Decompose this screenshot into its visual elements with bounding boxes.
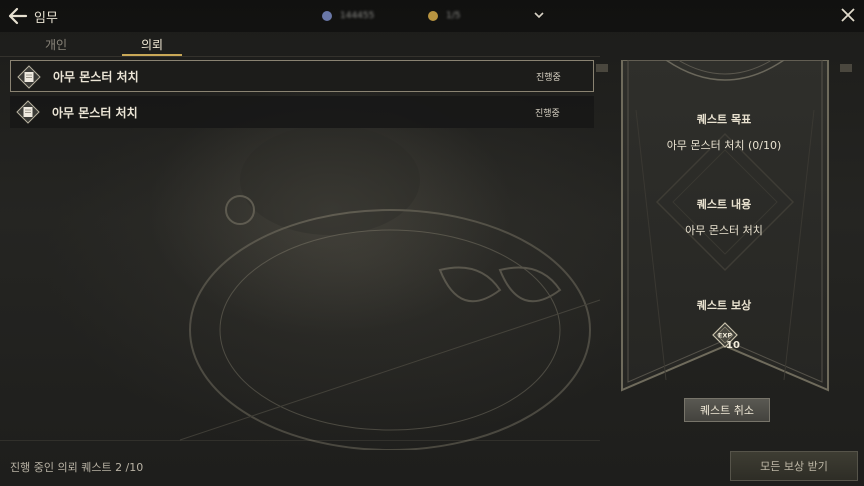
quest-name: 아무 몬스터 처치: [52, 105, 138, 120]
currency-gold-value: 1/5: [446, 11, 461, 21]
tab-divider: [0, 56, 600, 57]
content-value: 아무 몬스터 처치: [685, 224, 763, 237]
goal-heading: 퀘스트 목표: [696, 113, 752, 126]
quest-scroll-icon: [17, 65, 41, 89]
tab-commission[interactable]: 의뢰: [102, 32, 202, 56]
gold-coin-icon: [428, 11, 438, 21]
quest-status: 진행중: [535, 108, 560, 119]
currency-gold: 1/5: [428, 9, 460, 23]
quest-scroll-icon: [16, 100, 40, 124]
svg-text:EXP: EXP: [718, 332, 732, 340]
reward-item[interactable]: EXP 10: [712, 322, 744, 356]
reward-heading: 퀘스트 보상: [696, 299, 752, 312]
close-icon[interactable]: [840, 7, 856, 23]
chevron-down-icon[interactable]: [533, 9, 545, 21]
currency-blue-value: 144455: [340, 11, 375, 21]
tab-bar: 개인 의뢰: [0, 32, 208, 56]
quest-status: 진행중: [536, 72, 561, 83]
claim-all-rewards-button[interactable]: 모든 보상 받기: [730, 451, 858, 481]
back-arrow-icon[interactable]: [8, 7, 28, 25]
content-heading: 퀘스트 내용: [696, 198, 752, 211]
bottom-divider: [0, 440, 600, 441]
cancel-quest-button[interactable]: 퀘스트 취소: [684, 398, 770, 422]
tab-personal[interactable]: 개인: [6, 32, 106, 56]
quest-list-item[interactable]: 아무 몬스터 처치 진행중: [10, 96, 594, 128]
page-title: 임무: [34, 11, 58, 26]
top-bar: 임무 144455 1/5: [0, 0, 864, 32]
quest-progress-text: 진행 중인 의뢰 퀘스트 2 /10: [10, 461, 144, 474]
background-ruins-art: [179, 125, 601, 450]
reward-count: 10: [726, 340, 740, 351]
quest-name: 아무 몬스터 처치: [53, 69, 139, 84]
quest-list-item[interactable]: 아무 몬스터 처치 진행중: [10, 60, 594, 92]
quest-detail-panel: 퀘스트 목표 아무 몬스터 처치 (0/10) 퀘스트 내용 아무 몬스터 처치…: [596, 60, 852, 436]
goal-value: 아무 몬스터 처치 (0/10): [666, 139, 782, 152]
currency-blue: 144455: [322, 9, 374, 23]
blue-gem-icon: [322, 11, 332, 21]
